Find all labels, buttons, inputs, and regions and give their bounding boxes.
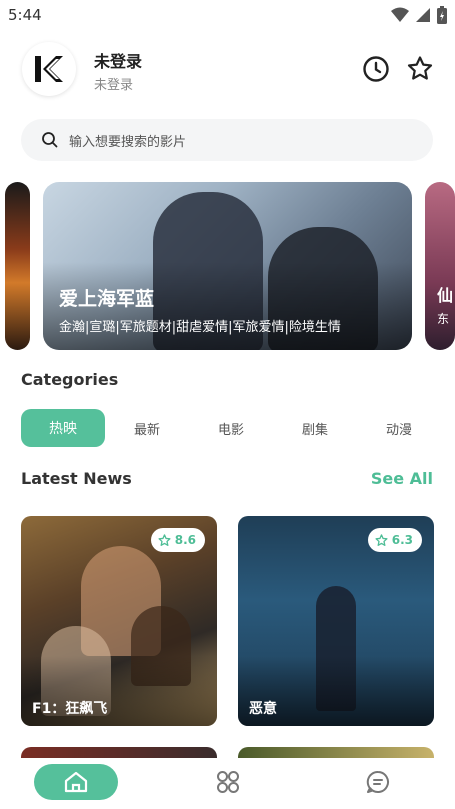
user-login-status: 未登录 [94, 78, 134, 93]
latest-news-title: Latest News [21, 469, 132, 488]
banner-next-subtitle: 东 [437, 312, 450, 326]
app-logo-icon [35, 56, 63, 82]
star-icon [158, 533, 171, 546]
banner-tags: 金瀚|宣璐|军旅题材|甜虐爱情|军旅爱情|险境生情 [59, 320, 341, 335]
history-icon [363, 56, 389, 82]
banner-prev-slide[interactable] [5, 182, 30, 350]
nav-home-button[interactable] [34, 764, 118, 800]
banner-title: 爱上海军蓝 [59, 288, 155, 310]
rating-badge: 8.6 [150, 528, 205, 552]
wifi-icon [391, 7, 409, 22]
favorites-button[interactable] [405, 54, 435, 84]
status-icons [391, 6, 447, 24]
rating-badge: 6.3 [367, 528, 422, 552]
rating-value: 8.6 [174, 533, 196, 547]
movie-card[interactable]: 8.6 F1：狂飙飞 [21, 516, 217, 726]
banner-main-slide[interactable]: 爱上海军蓝 金瀚|宣璐|军旅题材|甜虐爱情|军旅爱情|险境生情 [43, 182, 412, 350]
home-icon [64, 771, 88, 793]
tab-anime[interactable]: 动漫 [357, 409, 441, 447]
search-icon [42, 132, 58, 148]
tab-movies[interactable]: 电影 [189, 409, 273, 447]
category-tabs: 热映 最新 电影 剧集 动漫 [21, 409, 441, 447]
search-input[interactable]: 输入想要搜索的影片 [69, 131, 186, 150]
nav-message-button[interactable] [358, 764, 398, 800]
tab-series[interactable]: 剧集 [273, 409, 357, 447]
see-all-link[interactable]: See All [371, 469, 433, 488]
message-icon [366, 770, 389, 793]
tab-latest[interactable]: 最新 [105, 409, 189, 447]
category-icon [217, 771, 239, 793]
star-icon [375, 533, 388, 546]
banner-next-slide[interactable]: 仙 东 [425, 182, 455, 350]
status-time: 5:44 [8, 6, 42, 24]
user-name: 未登录 [94, 52, 143, 71]
signal-icon [416, 8, 430, 22]
movie-title: F1：狂飙飞 [32, 701, 108, 717]
search-bar[interactable]: 输入想要搜索的影片 [21, 119, 433, 161]
nav-category-button[interactable] [208, 764, 248, 800]
movie-card[interactable]: 6.3 恶意 [238, 516, 434, 726]
avatar[interactable] [22, 42, 76, 96]
movie-title: 恶意 [249, 701, 277, 717]
history-button[interactable] [361, 54, 391, 84]
rating-value: 6.3 [391, 533, 413, 547]
user-header: 未登录 未登录 [0, 42, 455, 98]
status-bar: 5:44 [0, 0, 455, 32]
banner-next-title: 仙 [437, 286, 454, 305]
bottom-nav [0, 758, 455, 809]
favorite-star-icon [407, 56, 433, 80]
battery-icon [437, 6, 447, 24]
categories-title: Categories [21, 370, 119, 389]
tab-hot[interactable]: 热映 [21, 409, 105, 447]
